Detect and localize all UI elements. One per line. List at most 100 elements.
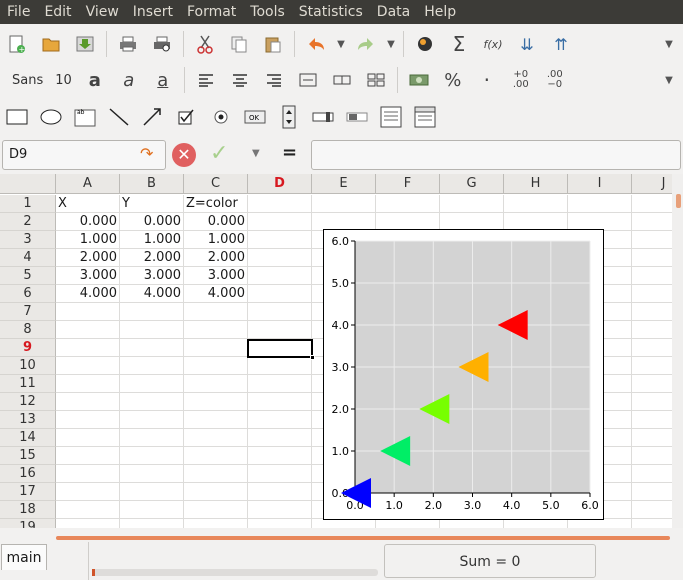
row-header-3[interactable]: 3	[0, 231, 56, 249]
cell[interactable]	[56, 465, 120, 483]
cell[interactable]	[632, 411, 672, 429]
cell[interactable]	[248, 231, 312, 249]
decrease-decimals-icon[interactable]: .00 −0	[538, 65, 572, 95]
align-left-icon[interactable]	[189, 65, 223, 95]
data-cell[interactable]: 3.000	[56, 267, 120, 285]
slider-tool-icon[interactable]	[306, 102, 340, 132]
row-header-5[interactable]: 5	[0, 267, 56, 285]
row-header-17[interactable]: 17	[0, 483, 56, 501]
column-header-d[interactable]: D	[248, 174, 312, 194]
cell[interactable]	[248, 267, 312, 285]
button-tool-icon[interactable]: OK	[238, 102, 272, 132]
row-header-10[interactable]: 10	[0, 357, 56, 375]
cell[interactable]	[632, 519, 672, 528]
row-header-14[interactable]: 14	[0, 429, 56, 447]
cancel-edit-icon[interactable]: ✕	[172, 143, 196, 167]
cell[interactable]	[184, 357, 248, 375]
scatter-chart[interactable]: 0.0 1.0 2.0 3.0 4.0 5.0 6.0 0.0 1.0 2.0 3.0 4.0 5.0 6…	[323, 229, 604, 520]
open-folder-icon[interactable]	[34, 29, 68, 59]
column-header-f[interactable]: F	[376, 174, 440, 194]
sum-icon[interactable]: Σ	[442, 29, 476, 59]
combo-tool-icon[interactable]	[408, 102, 442, 132]
cell[interactable]	[248, 249, 312, 267]
cell[interactable]	[632, 249, 672, 267]
cell[interactable]	[120, 429, 184, 447]
bold-icon[interactable]: a	[78, 65, 112, 95]
spinner-tool-icon[interactable]	[272, 102, 306, 132]
row-header-16[interactable]: 16	[0, 465, 56, 483]
row-header-19[interactable]: 19	[0, 519, 56, 528]
cell[interactable]	[248, 519, 312, 528]
cell[interactable]	[120, 483, 184, 501]
cell[interactable]	[248, 195, 312, 213]
cell[interactable]	[632, 465, 672, 483]
font-size-selector[interactable]: 10	[49, 73, 78, 88]
new-document-icon[interactable]: +	[0, 29, 34, 59]
toolbar-overflow-icon[interactable]: ▼	[661, 39, 677, 50]
vertical-scrollbar-thumb[interactable]	[676, 194, 681, 208]
column-header-c[interactable]: C	[184, 174, 248, 194]
cell[interactable]	[632, 213, 672, 231]
sheet-tab-main[interactable]: main	[1, 544, 47, 570]
arrow-tool-icon[interactable]	[136, 102, 170, 132]
cell[interactable]	[248, 501, 312, 519]
goto-arrow-icon[interactable]: ↷	[140, 144, 153, 163]
cell[interactable]	[632, 375, 672, 393]
cell[interactable]	[56, 447, 120, 465]
redo-dropdown-icon[interactable]: ▼	[383, 39, 399, 50]
cell[interactable]	[56, 357, 120, 375]
sort-descending-icon[interactable]: ⇈	[544, 29, 578, 59]
row-header-6[interactable]: 6	[0, 285, 56, 303]
header-cell[interactable]: Z=color	[184, 195, 248, 213]
center-across-icon[interactable]	[325, 65, 359, 95]
cell[interactable]	[120, 447, 184, 465]
cell[interactable]	[632, 285, 672, 303]
data-cell[interactable]: 2.000	[120, 249, 184, 267]
row-header-1[interactable]: 1	[0, 195, 56, 213]
list-tool-icon[interactable]	[374, 102, 408, 132]
cell[interactable]	[120, 519, 184, 528]
cell[interactable]	[632, 393, 672, 411]
cell[interactable]	[632, 195, 672, 213]
data-cell[interactable]: 0.000	[56, 213, 120, 231]
increase-decimals-icon[interactable]: +0.00	[504, 65, 538, 95]
function-icon[interactable]: f(x)	[476, 29, 510, 59]
cut-icon[interactable]	[188, 29, 222, 59]
menu-insert[interactable]: Insert	[126, 0, 180, 24]
ellipse-tool-icon[interactable]	[34, 102, 68, 132]
row-header-11[interactable]: 11	[0, 375, 56, 393]
checkbox-tool-icon[interactable]	[170, 102, 204, 132]
cell[interactable]	[56, 411, 120, 429]
align-center-icon[interactable]	[223, 65, 257, 95]
cell[interactable]	[248, 483, 312, 501]
cell[interactable]	[184, 429, 248, 447]
data-cell[interactable]: 2.000	[184, 249, 248, 267]
column-header-h[interactable]: H	[504, 174, 568, 194]
cell[interactable]	[120, 465, 184, 483]
data-cell[interactable]: 4.000	[184, 285, 248, 303]
data-cell[interactable]: 0.000	[120, 213, 184, 231]
cell[interactable]	[120, 321, 184, 339]
cell[interactable]	[184, 447, 248, 465]
cell[interactable]	[56, 519, 120, 528]
cell[interactable]	[184, 339, 248, 357]
cell[interactable]	[184, 483, 248, 501]
cell[interactable]	[120, 501, 184, 519]
cell[interactable]	[120, 357, 184, 375]
cell[interactable]	[184, 303, 248, 321]
cell[interactable]	[248, 213, 312, 231]
menu-data[interactable]: Data	[370, 0, 417, 24]
cell[interactable]	[504, 195, 568, 213]
data-cell[interactable]: 4.000	[120, 285, 184, 303]
accept-dropdown-icon[interactable]: ▼	[252, 148, 260, 159]
menu-format[interactable]: Format	[180, 0, 243, 24]
paste-icon[interactable]	[256, 29, 290, 59]
horizontal-scrollbar-thumb[interactable]	[92, 569, 95, 576]
column-header-e[interactable]: E	[312, 174, 376, 194]
header-cell[interactable]: X	[56, 195, 120, 213]
save-icon[interactable]	[68, 29, 102, 59]
cell[interactable]	[120, 411, 184, 429]
column-header-i[interactable]: I	[568, 174, 632, 194]
cell[interactable]	[56, 501, 120, 519]
currency-format-icon[interactable]	[402, 65, 436, 95]
